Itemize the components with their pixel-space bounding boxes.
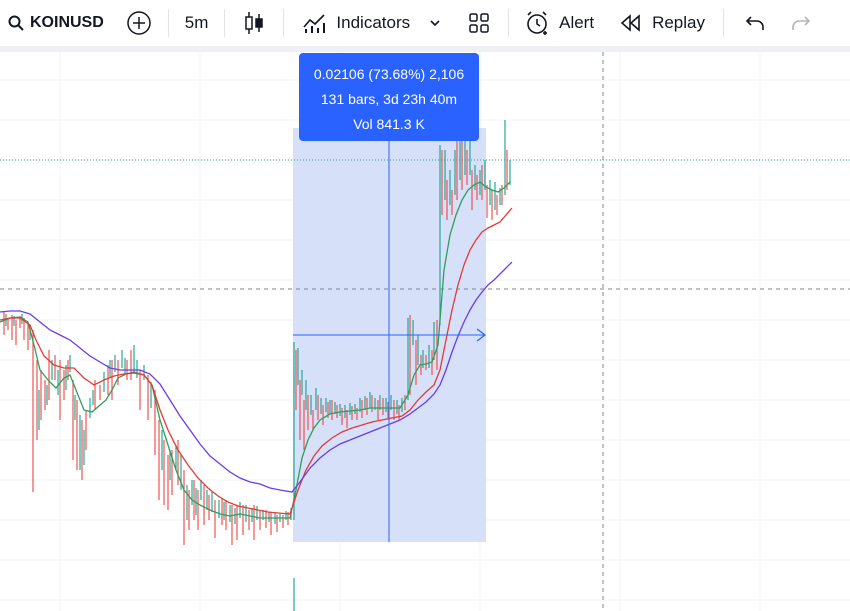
interval-button[interactable]: 5m	[177, 0, 217, 46]
alert-label: Alert	[559, 13, 595, 32]
replay-label: Replay	[652, 13, 705, 32]
symbol-label: KOINUSD	[30, 14, 104, 31]
alert-button[interactable]: Alert	[517, 0, 602, 46]
indicators-label: Indicators	[336, 13, 411, 32]
measure-volume: Vol 841.3 K	[353, 116, 425, 132]
interval-label: 5m	[184, 13, 209, 32]
symbol-search[interactable]: KOINUSD	[0, 0, 104, 46]
compare-symbol-button[interactable]	[104, 0, 152, 46]
replay-icon	[620, 14, 640, 32]
replay-button[interactable]: Replay	[602, 0, 713, 46]
measure-tooltip: 0.02106 (73.68%) 2,106 131 bars, 3d 23h …	[299, 53, 479, 141]
toolbar-divider	[723, 9, 724, 37]
toolbar-divider	[283, 9, 285, 37]
toolbar-divider	[224, 9, 226, 37]
redo-icon	[792, 16, 811, 30]
alert-clock-icon	[527, 11, 548, 35]
toolbar-divider	[508, 9, 510, 37]
layouts-button[interactable]	[448, 0, 500, 46]
undo-icon	[745, 16, 764, 30]
chart-type-button[interactable]	[233, 0, 275, 46]
measure-bars-duration: 131 bars, 3d 23h 40m	[320, 91, 458, 107]
candles-icon	[245, 12, 264, 34]
add-symbol-icon	[127, 11, 151, 35]
toolbar-divider	[167, 9, 169, 37]
indicators-button[interactable]: Indicators	[292, 0, 448, 46]
top-toolbar: KOINUSD 5m Indicators Alert Replay	[0, 0, 850, 46]
measure-change: 0.02106 (73.68%) 2,106	[313, 66, 465, 82]
indicators-icon	[303, 14, 326, 33]
chevron-down-icon[interactable]	[428, 16, 442, 30]
layouts-icon	[469, 13, 489, 33]
undo-button[interactable]	[732, 0, 778, 46]
search-icon	[8, 15, 24, 31]
redo-button[interactable]	[778, 0, 824, 46]
